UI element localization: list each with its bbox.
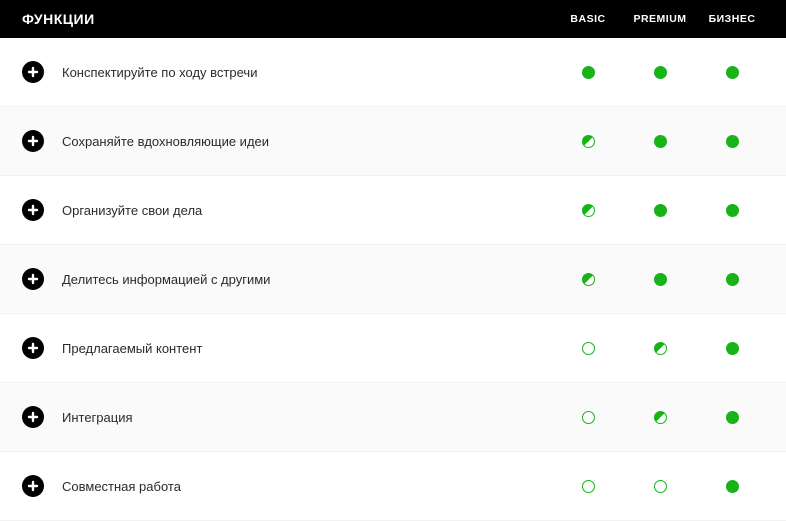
feature-label: Делитесь информацией с другими — [62, 272, 552, 287]
level-cell — [552, 273, 624, 286]
level-cell — [552, 66, 624, 79]
half-indicator-icon — [654, 342, 667, 355]
feature-label: Совместная работа — [62, 479, 552, 494]
level-cell — [624, 204, 696, 217]
full-indicator-icon — [726, 480, 739, 493]
full-indicator-icon — [726, 204, 739, 217]
level-cell — [624, 66, 696, 79]
level-cell — [696, 411, 768, 424]
empty-indicator-icon — [582, 480, 595, 493]
level-cell — [552, 411, 624, 424]
expand-button[interactable] — [22, 130, 44, 152]
half-indicator-icon — [582, 204, 595, 217]
level-cell — [552, 135, 624, 148]
empty-indicator-icon — [582, 342, 595, 355]
feature-row: Предлагаемый контент — [0, 314, 786, 383]
level-cell — [552, 342, 624, 355]
plus-icon — [27, 342, 39, 354]
full-indicator-icon — [654, 273, 667, 286]
plus-icon — [27, 204, 39, 216]
col-basic: BASIC — [552, 13, 624, 25]
expand-button[interactable] — [22, 406, 44, 428]
feature-label: Предлагаемый контент — [62, 341, 552, 356]
feature-list: Конспектируйте по ходу встречи Сохраняйте… — [0, 38, 786, 521]
level-cell — [696, 342, 768, 355]
feature-row: Интеграция — [0, 383, 786, 452]
half-indicator-icon — [582, 273, 595, 286]
feature-levels — [552, 480, 768, 493]
header-title: ФУНКЦИИ — [22, 11, 552, 27]
level-cell — [624, 135, 696, 148]
level-cell — [624, 273, 696, 286]
level-cell — [696, 480, 768, 493]
full-indicator-icon — [654, 66, 667, 79]
feature-row: Конспектируйте по ходу встречи — [0, 38, 786, 107]
plus-icon — [27, 273, 39, 285]
level-cell — [696, 204, 768, 217]
feature-row: Сохраняйте вдохновляющие идеи — [0, 107, 786, 176]
feature-row: Делитесь информацией с другими — [0, 245, 786, 314]
empty-indicator-icon — [654, 480, 667, 493]
plus-icon — [27, 135, 39, 147]
expand-button[interactable] — [22, 268, 44, 290]
col-business: БИЗНЕС — [696, 13, 768, 25]
full-indicator-icon — [582, 66, 595, 79]
level-cell — [624, 480, 696, 493]
half-indicator-icon — [582, 135, 595, 148]
full-indicator-icon — [654, 204, 667, 217]
expand-button[interactable] — [22, 475, 44, 497]
header-columns: BASIC PREMIUM БИЗНЕС — [552, 13, 768, 25]
feature-levels — [552, 342, 768, 355]
feature-row: Организуйте свои дела — [0, 176, 786, 245]
feature-label: Организуйте свои дела — [62, 203, 552, 218]
full-indicator-icon — [726, 273, 739, 286]
feature-levels — [552, 135, 768, 148]
table-header: ФУНКЦИИ BASIC PREMIUM БИЗНЕС — [0, 0, 786, 38]
level-cell — [552, 204, 624, 217]
feature-label: Сохраняйте вдохновляющие идеи — [62, 134, 552, 149]
full-indicator-icon — [726, 66, 739, 79]
level-cell — [696, 273, 768, 286]
expand-button[interactable] — [22, 61, 44, 83]
half-indicator-icon — [654, 411, 667, 424]
full-indicator-icon — [726, 135, 739, 148]
feature-label: Интеграция — [62, 410, 552, 425]
feature-levels — [552, 204, 768, 217]
feature-levels — [552, 273, 768, 286]
full-indicator-icon — [726, 411, 739, 424]
col-premium: PREMIUM — [624, 13, 696, 25]
full-indicator-icon — [726, 342, 739, 355]
level-cell — [696, 66, 768, 79]
level-cell — [552, 480, 624, 493]
expand-button[interactable] — [22, 199, 44, 221]
feature-row: Совместная работа — [0, 452, 786, 521]
plus-icon — [27, 411, 39, 423]
expand-button[interactable] — [22, 337, 44, 359]
plus-icon — [27, 480, 39, 492]
full-indicator-icon — [654, 135, 667, 148]
level-cell — [624, 342, 696, 355]
feature-label: Конспектируйте по ходу встречи — [62, 65, 552, 80]
plus-icon — [27, 66, 39, 78]
level-cell — [696, 135, 768, 148]
level-cell — [624, 411, 696, 424]
empty-indicator-icon — [582, 411, 595, 424]
feature-levels — [552, 66, 768, 79]
feature-levels — [552, 411, 768, 424]
